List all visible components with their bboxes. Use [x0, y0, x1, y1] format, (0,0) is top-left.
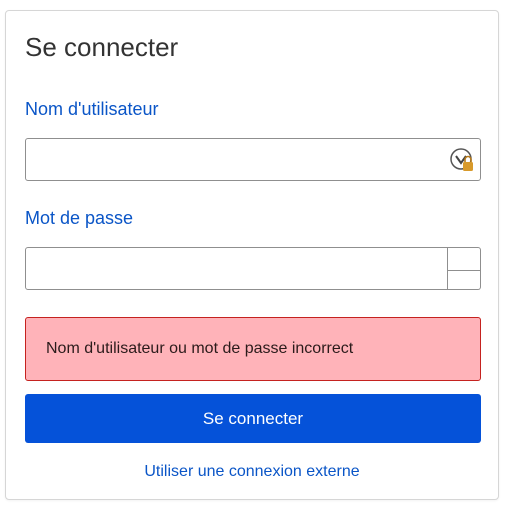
- password-field-wrapper: [25, 247, 448, 290]
- username-label: Nom d'utilisateur: [25, 99, 159, 119]
- error-alert: Nom d'utilisateur ou mot de passe incorr…: [25, 317, 481, 381]
- error-message: Nom d'utilisateur ou mot de passe incorr…: [46, 340, 354, 357]
- sign-in-button[interactable]: Se connecter: [25, 394, 481, 443]
- username-input[interactable]: [26, 139, 480, 180]
- password-input[interactable]: [26, 248, 447, 289]
- reveal-password-icon: [448, 248, 480, 271]
- login-card: Se connecter Nom d'utilisateur Mot de pa…: [5, 10, 499, 500]
- reveal-password-button[interactable]: [448, 247, 481, 290]
- page-title: Se connecter: [25, 32, 179, 62]
- username-field-wrapper: [25, 138, 481, 181]
- password-label: Mot de passe: [25, 208, 134, 228]
- external-login-link[interactable]: Utiliser une connexion externe: [6, 463, 498, 481]
- password-manager-lock-icon[interactable]: [449, 147, 475, 173]
